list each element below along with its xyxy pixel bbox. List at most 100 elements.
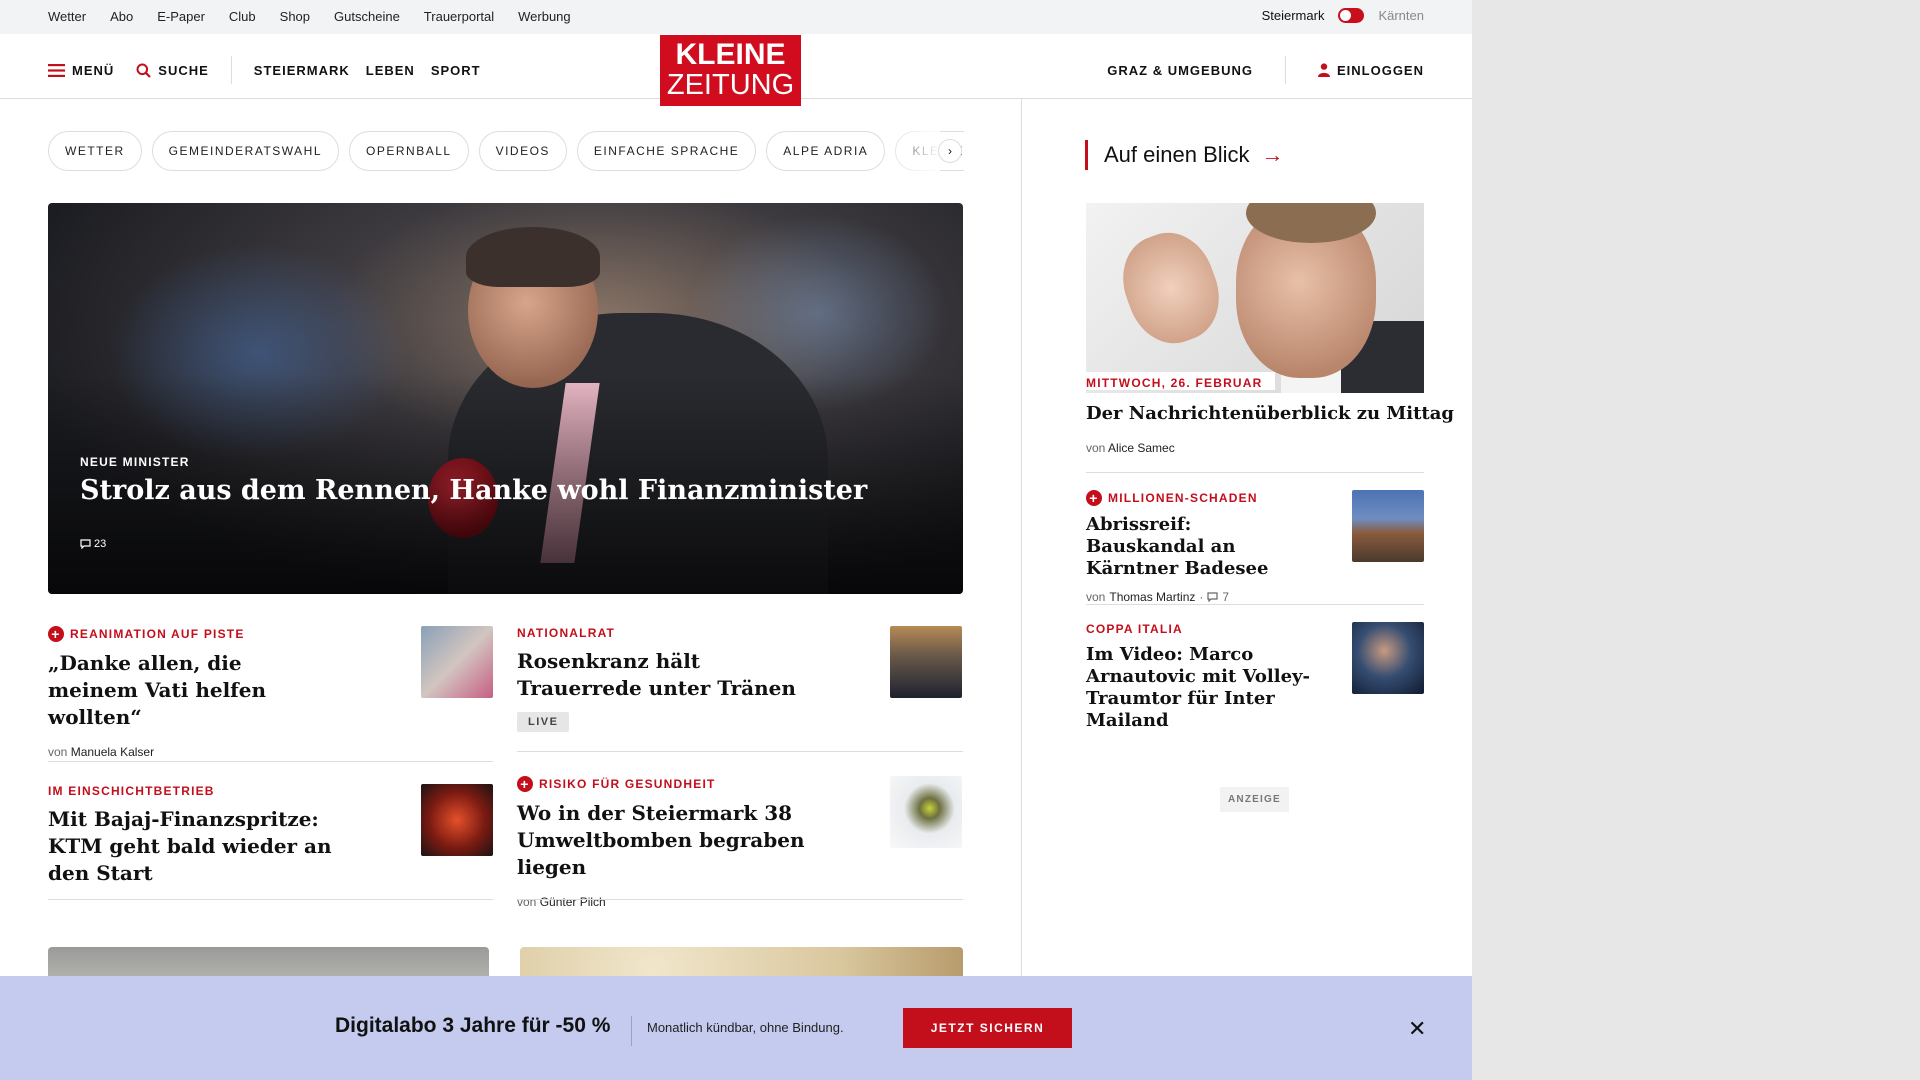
sidebar-lead-title[interactable]: Der Nachrichtenüberblick zu Mittag (1086, 403, 1454, 424)
teaser-ktm[interactable]: IM EINSCHICHTBETRIEB Mit Bajaj-Finanzspr… (48, 784, 493, 894)
utility-link-abo[interactable]: Abo (110, 9, 133, 24)
site: Wetter Abo E-Paper Club Shop Gutscheine … (0, 0, 1472, 1080)
plus-premium-icon: + (1086, 490, 1102, 506)
utility-link-epaper[interactable]: E-Paper (157, 9, 205, 24)
teaser-title[interactable]: Rosenkranz hält Trauerrede unter Tränen (517, 648, 807, 702)
utility-link-gutscheine[interactable]: Gutscheine (334, 9, 400, 24)
sidebar-item-arnautovic[interactable]: COPPA ITALIA Im Video: Marco Arnautovic … (1086, 622, 1424, 731)
utility-bar: Wetter Abo E-Paper Club Shop Gutscheine … (0, 0, 1472, 34)
sidebar-item-bauskandal[interactable]: + MILLIONEN-SCHADEN Abrissreif: Bauskand… (1086, 490, 1424, 604)
hero-title[interactable]: Strolz aus dem Rennen, Hanke wohl Finanz… (80, 475, 867, 506)
chip-wetter[interactable]: WETTER (48, 131, 142, 171)
byline-author[interactable]: Thomas Martinz (1109, 590, 1195, 604)
utility-link-wetter[interactable]: Wetter (48, 9, 86, 24)
hamburger-icon (48, 63, 65, 77)
sidebar-title[interactable]: Auf einen Blick → (1085, 140, 1284, 170)
region-toggle[interactable] (1338, 8, 1365, 23)
chip-opernball[interactable]: OPERNBALL (349, 131, 469, 171)
teaser-title[interactable]: Mit Bajaj-Finanzspritze: KTM geht bald w… (48, 806, 368, 887)
sidebar-item-title[interactable]: Abrissreif: Bauskandal an Kärntner Bades… (1086, 514, 1286, 580)
teaser-thumbnail[interactable] (421, 626, 493, 698)
promo-subline: Monatlich kündbar, ohne Bindung. (647, 1020, 844, 1035)
plus-premium-icon: + (48, 626, 64, 642)
sidebar-lead-image[interactable] (1086, 203, 1424, 393)
logo-line-1: KLEINE (675, 38, 786, 71)
menu-label: MENÜ (72, 62, 115, 78)
logo-line-2: ZEITUNG (666, 69, 795, 101)
teaser-kicker-text: NATIONALRAT (517, 626, 616, 640)
byline-prefix: von (517, 895, 537, 909)
teaser-divider (517, 751, 963, 752)
teaser-divider (48, 899, 493, 900)
main-header: MENÜ SUCHE STEIERMARK LEBEN SPORT KLEINE… (0, 34, 1472, 106)
teaser-byline: von Manuela Kalser (48, 745, 493, 759)
utility-link-trauerportal[interactable]: Trauerportal (424, 9, 494, 24)
login-label: EINLOGGEN (1336, 62, 1424, 78)
utility-link-club[interactable]: Club (229, 9, 256, 24)
chip-einfache-sprache[interactable]: EINFACHE SPRACHE (576, 131, 757, 171)
chevron-right-icon: › (948, 144, 952, 158)
search-icon (136, 63, 152, 78)
chip-gemeinderatswahl[interactable]: GEMEINDERATSWAHL (151, 131, 340, 171)
header-right: GRAZ & UMGEBUNG EINLOGGEN (1107, 56, 1424, 84)
byline-author[interactable]: Günter Pilch (540, 895, 606, 909)
teaser-thumbnail[interactable] (421, 784, 493, 856)
teaser-title[interactable]: Wo in der Steiermark 38 Umweltbomben beg… (517, 800, 857, 881)
byline-dot: · (1199, 590, 1204, 604)
utility-link-shop[interactable]: Shop (280, 9, 310, 24)
chips-next-button[interactable]: › (938, 139, 962, 163)
utility-link-werbung[interactable]: Werbung (518, 9, 571, 24)
promo-headline: Digitalabo 3 Jahre für -50 % (335, 1014, 611, 1037)
sidebar-lead-byline: von Alice Samec (1086, 441, 1175, 455)
region-kaernten[interactable]: Kärnten (1378, 8, 1424, 23)
chip-videos[interactable]: VIDEOS (478, 131, 567, 171)
teaser-kicker-text: IM EINSCHICHTBETRIEB (48, 784, 215, 798)
topic-chips: WETTER GEMEINDERATSWAHL OPERNBALL VIDEOS… (48, 131, 964, 171)
photo-hand (1109, 220, 1233, 356)
search-button[interactable]: SUCHE (136, 63, 209, 78)
teaser-kicker-text: REANIMATION AUF PISTE (70, 627, 245, 641)
sidebar-item-kicker-text: COPPA ITALIA (1086, 622, 1183, 636)
teaser-reanimation[interactable]: + REANIMATION AUF PISTE „Danke allen, di… (48, 626, 493, 759)
sidebar-item-comment-count[interactable]: 7 (1222, 590, 1229, 604)
teaser-rosenkranz[interactable]: NATIONALRAT Rosenkranz hält Trauerrede u… (517, 626, 962, 746)
teaser-thumbnail[interactable] (890, 626, 962, 698)
region-link[interactable]: GRAZ & UMGEBUNG (1107, 63, 1253, 78)
byline-prefix: von (1086, 441, 1106, 455)
sidebar-item-thumbnail[interactable] (1352, 622, 1424, 694)
hero-article[interactable]: NEUE MINISTER Strolz aus dem Rennen, Han… (48, 203, 963, 594)
sidebar-item-title[interactable]: Im Video: Marco Arnautovic mit Volley-Tr… (1086, 644, 1326, 732)
hero-comments[interactable]: 23 (80, 538, 106, 550)
region-steiermark[interactable]: Steiermark (1262, 8, 1325, 23)
chips-fade (880, 131, 940, 171)
nav-sport[interactable]: SPORT (431, 63, 481, 78)
login-button[interactable]: EINLOGGEN (1317, 62, 1424, 78)
live-badge: LIVE (517, 712, 570, 732)
main-nav: STEIERMARK LEBEN SPORT (254, 63, 481, 78)
sidebar-title-text: Auf einen Blick (1104, 142, 1250, 167)
teaser-title[interactable]: „Danke allen, die meinem Vati helfen wol… (48, 650, 338, 731)
nav-leben[interactable]: LEBEN (366, 63, 415, 78)
chip-alpe-adria[interactable]: ALPE ADRIA (766, 131, 886, 171)
promo-cta-button[interactable]: JETZT SICHERN (903, 1008, 1072, 1048)
teaser-byline: von Günter Pilch (517, 895, 962, 909)
site-logo[interactable]: KLEINE ZEITUNG (660, 35, 801, 106)
header-left: MENÜ SUCHE STEIERMARK LEBEN SPORT (48, 56, 481, 84)
sidebar-divider (1086, 472, 1424, 473)
byline-prefix: von (48, 745, 68, 759)
teaser-thumbnail[interactable] (890, 776, 962, 848)
byline-prefix: von (1086, 590, 1106, 604)
sidebar-divider (1086, 604, 1424, 605)
sidebar-item-kicker-text: MILLIONEN-SCHADEN (1108, 491, 1258, 505)
sidebar-item-thumbnail[interactable] (1352, 490, 1424, 562)
arrow-right-icon: → (1261, 142, 1284, 167)
utility-links: Wetter Abo E-Paper Club Shop Gutscheine … (48, 9, 571, 24)
nav-steiermark[interactable]: STEIERMARK (254, 63, 350, 78)
teaser-umweltbomben[interactable]: + RISIKO FÜR GESUNDHEIT Wo in der Steier… (517, 776, 962, 909)
close-icon[interactable]: ✕ (1408, 1016, 1426, 1042)
byline-author[interactable]: Alice Samec (1108, 441, 1175, 455)
menu-button[interactable]: MENÜ (48, 63, 114, 78)
plus-premium-icon: + (517, 776, 533, 792)
byline-author[interactable]: Manuela Kalser (71, 745, 154, 759)
column-divider (1021, 99, 1022, 999)
